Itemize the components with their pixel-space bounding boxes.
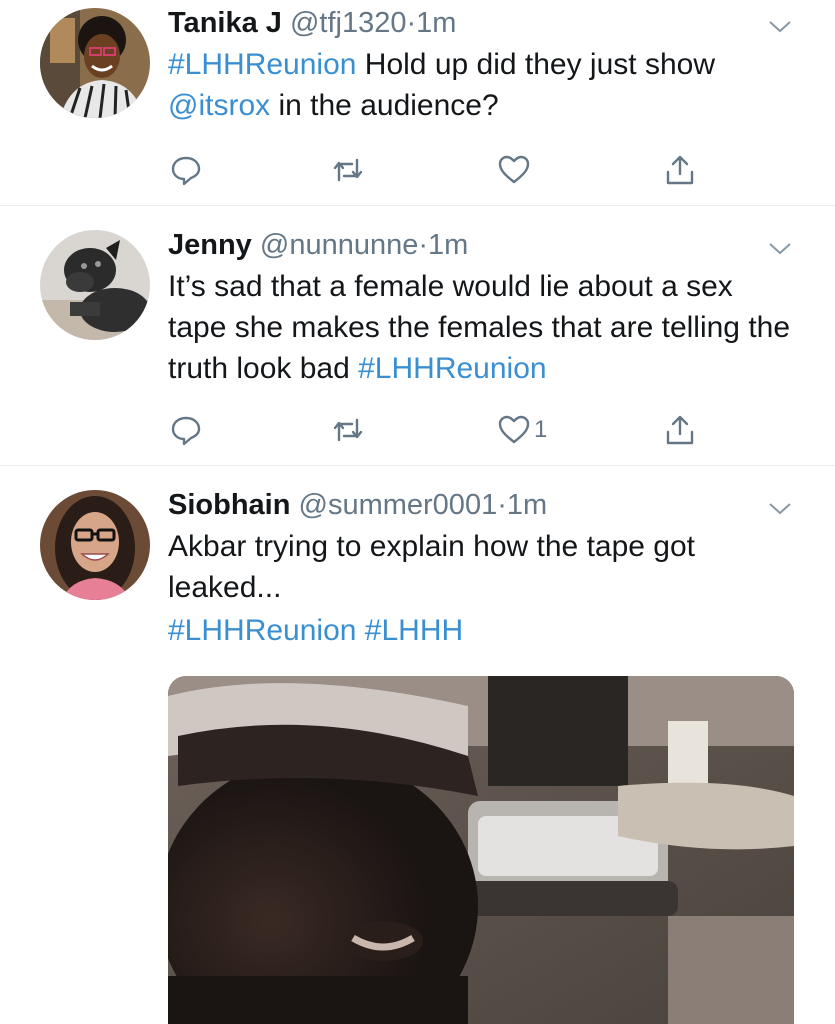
- tweet-actions: [168, 152, 708, 192]
- share-button[interactable]: [662, 412, 698, 448]
- retweet-icon: [333, 158, 363, 182]
- tweet-text-segment: Akbar trying to explain how the tape got…: [168, 530, 695, 604]
- tweet-media-video[interactable]: [168, 676, 794, 1024]
- hashtag-link[interactable]: #LHHReunion: [358, 352, 546, 385]
- hashtag-link[interactable]: #LHHH: [365, 614, 463, 647]
- tweet-header: Jenny @nunnunne·1m: [168, 226, 795, 264]
- hashtag-link[interactable]: #LHHReunion: [168, 48, 356, 81]
- timestamp[interactable]: 1m: [428, 229, 468, 261]
- tweet-tanika[interactable]: Tanika J @tfj1320·1m #LHHReunion Hold up…: [0, 0, 835, 206]
- tweet-text: Akbar trying to explain how the tape got…: [168, 526, 768, 608]
- timestamp[interactable]: 1m: [416, 7, 456, 39]
- display-name[interactable]: Jenny: [168, 229, 252, 261]
- avatar[interactable]: [40, 8, 150, 118]
- avatar[interactable]: [40, 230, 150, 340]
- share-icon: [666, 155, 694, 185]
- tweet-actions: 1: [168, 412, 708, 452]
- separator-dot: ·: [418, 229, 429, 261]
- reply-icon: [171, 156, 201, 186]
- chevron-down-icon[interactable]: [765, 16, 795, 38]
- tweet-text: #LHHReunion Hold up did they just show @…: [168, 44, 795, 126]
- hashtag-link[interactable]: #LHHReunion: [168, 614, 356, 647]
- user-handle[interactable]: @nunnunne: [260, 229, 418, 261]
- timestamp[interactable]: 1m: [507, 489, 547, 521]
- chevron-down-icon[interactable]: [765, 238, 795, 260]
- retweet-button[interactable]: [330, 412, 368, 448]
- tweet-text-segment: Hold up did they just show: [356, 48, 715, 81]
- user-handle[interactable]: @summer0001: [299, 489, 498, 521]
- mention-link[interactable]: @itsrox: [168, 89, 270, 122]
- avatar[interactable]: [40, 490, 150, 600]
- like-button[interactable]: [496, 152, 534, 188]
- tweet-header: Tanika J @tfj1320·1m: [168, 4, 795, 42]
- tweet-header: Siobhain @summer0001·1m: [168, 486, 795, 524]
- share-button[interactable]: [662, 152, 698, 188]
- retweet-button[interactable]: [330, 152, 368, 188]
- like-button[interactable]: 1: [496, 412, 547, 448]
- separator-dot: ·: [497, 489, 507, 521]
- reply-button[interactable]: [168, 412, 206, 448]
- tweet-hashtags: #LHHReunion #LHHH: [168, 610, 795, 651]
- like-count: 1: [534, 416, 548, 443]
- chevron-down-icon[interactable]: [765, 498, 795, 520]
- separator-dot: ·: [406, 7, 417, 39]
- display-name[interactable]: Siobhain: [168, 489, 290, 521]
- share-icon: [666, 415, 694, 445]
- user-handle[interactable]: @tfj1320: [290, 7, 407, 39]
- tweet-jenny[interactable]: Jenny @nunnunne·1m It’s sad that a femal…: [0, 206, 835, 466]
- retweet-icon: [333, 418, 363, 442]
- reply-icon: [171, 416, 201, 446]
- tweet-text-segment: [356, 614, 364, 647]
- reply-button[interactable]: [168, 152, 206, 188]
- tweet-text: It’s sad that a female would lie about a…: [168, 266, 795, 389]
- video-thumbnail: [168, 676, 794, 1024]
- heart-icon: [498, 155, 530, 184]
- display-name[interactable]: Tanika J: [168, 7, 282, 39]
- heart-icon: [498, 415, 530, 444]
- tweet-text-segment: in the audience?: [270, 89, 499, 122]
